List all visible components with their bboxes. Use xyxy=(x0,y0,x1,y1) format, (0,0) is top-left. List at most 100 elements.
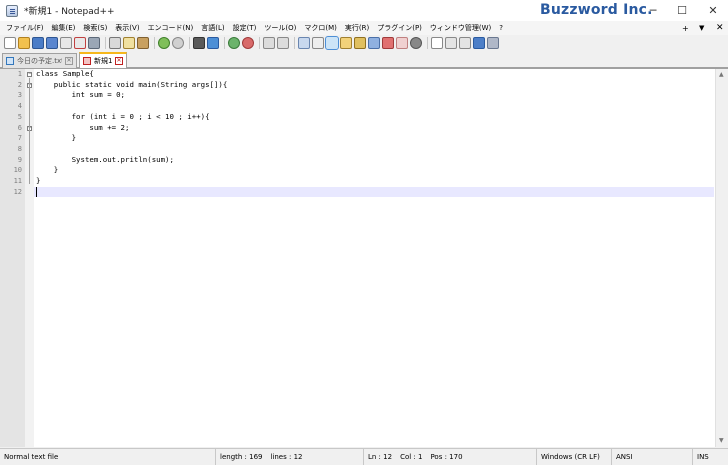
menu-file[interactable]: ファイル(F) xyxy=(2,23,48,33)
toolbar-separator xyxy=(189,37,190,49)
line-number: 10 xyxy=(13,166,22,175)
scroll-up-arrow-icon[interactable]: ▲ xyxy=(719,71,724,78)
menu-settings[interactable]: 設定(T) xyxy=(229,23,261,33)
replace-icon[interactable] xyxy=(207,37,219,49)
line-number: 11 xyxy=(13,177,22,185)
line-number: 5 xyxy=(17,112,22,121)
close-icon[interactable] xyxy=(60,37,72,49)
zoom-out-icon[interactable] xyxy=(242,37,254,49)
function-list-icon[interactable] xyxy=(368,37,380,49)
sync-horizontal-icon[interactable] xyxy=(277,37,289,49)
new-file-icon[interactable] xyxy=(4,37,16,49)
lines-text: lines : 12 xyxy=(270,453,303,461)
stop-recording-icon[interactable] xyxy=(445,37,457,49)
line-text: } xyxy=(36,176,41,185)
line-number: 6 xyxy=(17,123,22,132)
status-encoding: ANSI xyxy=(612,449,693,465)
toolbar-separator xyxy=(259,37,260,49)
menu-language[interactable]: 言語(L) xyxy=(197,23,228,33)
indent-guide-icon[interactable] xyxy=(325,36,339,50)
monitoring-icon[interactable] xyxy=(396,37,408,49)
save-all-icon[interactable] xyxy=(46,37,58,49)
monitoring-eye-icon[interactable] xyxy=(410,37,422,49)
find-icon[interactable] xyxy=(193,37,205,49)
menu-bar: ファイル(F) 編集(E) 検索(S) 表示(V) エンコード(N) 言語(L)… xyxy=(0,21,728,35)
doc-map-icon[interactable] xyxy=(354,37,366,49)
close-document-button[interactable]: ✕ xyxy=(716,21,724,35)
menu-view[interactable]: 表示(V) xyxy=(111,23,143,33)
editor-line: 5 for (int i = 0 ; i < 10 ; i++){ xyxy=(0,112,714,123)
redo-icon[interactable] xyxy=(172,37,184,49)
tab-label: 今日の予定.txt xyxy=(17,57,62,65)
save-macro-icon[interactable] xyxy=(487,37,499,49)
file-type-text: Normal text file xyxy=(4,453,59,461)
record-macro-icon[interactable] xyxy=(431,37,443,49)
udl-icon[interactable] xyxy=(340,37,352,49)
line-text: public static void main(String args[]){ xyxy=(36,79,228,89)
editor-line: 12 xyxy=(0,187,714,198)
minimize-button[interactable]: ─ xyxy=(638,0,668,21)
editor-line: 7 } xyxy=(0,133,714,144)
playback-macro-icon[interactable] xyxy=(459,37,471,49)
paste-icon[interactable] xyxy=(137,37,149,49)
menu-macro[interactable]: マクロ(M) xyxy=(300,23,341,33)
menu-window[interactable]: ウィンドウ管理(W) xyxy=(426,23,495,33)
window-title: *新規1 - Notepad++ xyxy=(24,7,115,17)
tab-close-icon[interactable]: ✕ xyxy=(65,57,73,65)
editor-line: 9 System.out.pritln(sum); xyxy=(0,155,714,166)
word-wrap-icon[interactable] xyxy=(298,37,310,49)
eol-text: Windows (CR LF) xyxy=(541,453,600,461)
undo-icon[interactable] xyxy=(158,37,170,49)
sync-vertical-icon[interactable] xyxy=(263,37,275,49)
menu-plugins[interactable]: プラグイン(P) xyxy=(373,23,426,33)
insert-mode-text: INS xyxy=(697,453,709,461)
line-number: 4 xyxy=(17,102,22,111)
print-icon[interactable] xyxy=(88,37,100,49)
menu-edit[interactable]: 編集(E) xyxy=(48,23,80,33)
status-position: Ln : 12 Col : 1 Pos : 170 xyxy=(364,449,537,465)
open-file-icon[interactable] xyxy=(18,37,30,49)
save-icon[interactable] xyxy=(32,37,44,49)
menu-run[interactable]: 実行(R) xyxy=(341,23,373,33)
show-all-characters-icon[interactable] xyxy=(312,37,324,49)
line-text: for (int i = 0 ; i < 10 ; i++){ xyxy=(36,111,210,121)
length-text: length : 169 xyxy=(220,453,263,461)
maximize-button[interactable]: ☐ xyxy=(667,0,697,21)
line-number: 12 xyxy=(13,187,22,196)
line-number: 1 xyxy=(17,70,22,78)
line-number: 9 xyxy=(17,155,22,164)
copy-icon[interactable] xyxy=(123,37,135,49)
status-file-type: Normal text file xyxy=(0,449,216,465)
zoom-in-icon[interactable] xyxy=(228,37,240,49)
tab-close-icon[interactable]: ✕ xyxy=(115,57,123,65)
pos-text: Pos : 170 xyxy=(430,453,463,461)
menu-encoding[interactable]: エンコード(N) xyxy=(144,23,198,33)
editor-line: 10 } xyxy=(0,165,714,176)
tab-bar: 今日の予定.txt ✕ 新規1 ✕ xyxy=(0,52,728,68)
title-bar: *新規1 - Notepad++ Buzzword Inc. ─ ☐ ✕ xyxy=(0,0,728,21)
close-all-icon[interactable] xyxy=(74,37,86,49)
vertical-scrollbar[interactable]: ▲ ▼ xyxy=(715,69,728,447)
folder-workspace-icon[interactable] xyxy=(382,37,394,49)
line-text: class Sample{ xyxy=(36,69,94,78)
line-number: 8 xyxy=(17,144,22,153)
editor-line: 8 xyxy=(0,144,714,155)
tab-new-1[interactable]: 新規1 ✕ xyxy=(79,52,127,68)
notepad-app-icon[interactable] xyxy=(6,4,18,17)
scroll-down-arrow-icon[interactable]: ▼ xyxy=(719,437,724,444)
close-window-button[interactable]: ✕ xyxy=(698,0,728,21)
menu-tools[interactable]: ツール(O) xyxy=(260,23,300,33)
menu-help[interactable]: ? xyxy=(495,24,507,32)
editor-pane[interactable]: − − − 1 class Sample{ 2 public static vo… xyxy=(0,68,728,447)
cut-icon[interactable] xyxy=(109,37,121,49)
tab-todays-schedule[interactable]: 今日の予定.txt ✕ xyxy=(2,53,77,68)
document-unsaved-icon xyxy=(83,57,91,65)
toolbar-separator xyxy=(154,37,155,49)
run-macro-multiple-icon[interactable] xyxy=(473,37,485,49)
menu-search[interactable]: 検索(S) xyxy=(79,23,111,33)
tab-list-dropdown-button[interactable]: ▼ xyxy=(699,21,704,35)
toolbar-separator xyxy=(224,37,225,49)
ln-text: Ln : 12 xyxy=(368,453,393,461)
editor-line: 11 } xyxy=(0,176,714,187)
new-tab-plus-button[interactable]: + xyxy=(682,21,689,35)
